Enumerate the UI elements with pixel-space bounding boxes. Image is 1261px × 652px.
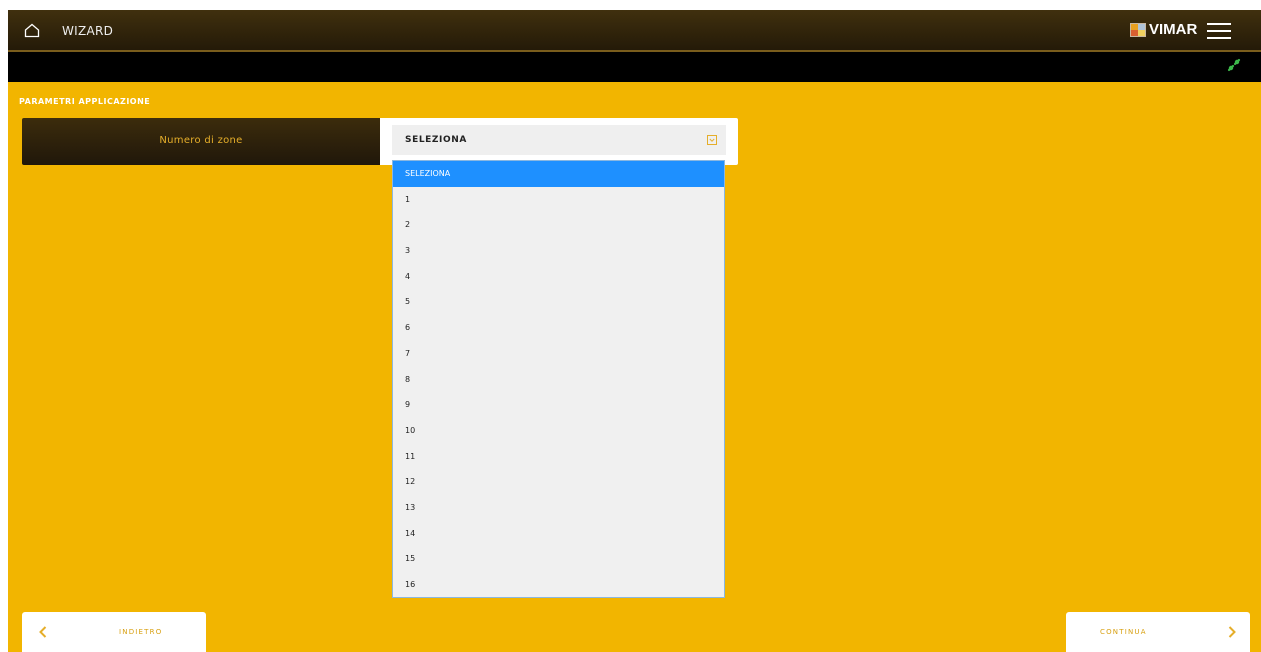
continue-button-label: CONTINUA [1100, 628, 1147, 636]
dropdown-option[interactable]: 14 [393, 521, 724, 547]
back-button-label: INDIETRO [119, 628, 163, 636]
chevron-down-icon[interactable] [707, 135, 717, 145]
parameter-label-box: Numero di zone [22, 118, 380, 165]
dropdown-option[interactable]: 13 [393, 495, 724, 521]
select-current-value: SELEZIONA [405, 135, 467, 145]
status-bar [8, 52, 1261, 82]
continue-button[interactable]: CONTINUA [1066, 612, 1250, 652]
dropdown-option[interactable]: 8 [393, 367, 724, 393]
dropdown-option[interactable]: 2 [393, 212, 724, 238]
connection-link-icon [1227, 58, 1241, 72]
dropdown-option[interactable]: 11 [393, 444, 724, 470]
zone-count-dropdown: SELEZIONA 1 2 3 4 5 6 7 8 9 10 11 12 13 … [392, 160, 725, 598]
parameter-value-box: SELEZIONA [380, 118, 738, 165]
dropdown-option[interactable]: 7 [393, 341, 724, 367]
vimar-logo-icon [1130, 23, 1146, 37]
parameter-label: Numero di zone [159, 135, 243, 146]
dropdown-option[interactable]: 1 [393, 187, 724, 213]
home-icon[interactable] [24, 23, 40, 38]
dropdown-option[interactable]: SELEZIONA [393, 161, 724, 187]
menu-icon[interactable] [1207, 23, 1231, 39]
app-frame: WIZARD VIMAR PARAMETRI APPLICAZIONE Nume… [8, 10, 1261, 652]
dropdown-option[interactable]: 4 [393, 264, 724, 290]
dropdown-option[interactable]: 5 [393, 289, 724, 315]
section-title: PARAMETRI APPLICAZIONE [19, 97, 151, 106]
zone-count-select[interactable]: SELEZIONA [392, 125, 726, 155]
dropdown-option[interactable]: 16 [393, 572, 724, 598]
dropdown-option[interactable]: 10 [393, 418, 724, 444]
dropdown-option[interactable]: 12 [393, 469, 724, 495]
dropdown-option[interactable]: 6 [393, 315, 724, 341]
chevron-right-icon [1228, 626, 1236, 638]
brand-name: VIMAR [1149, 21, 1198, 38]
parameter-row: Numero di zone SELEZIONA [22, 118, 740, 165]
chevron-left-icon [39, 626, 47, 638]
page-title: WIZARD [62, 24, 114, 38]
dropdown-option[interactable]: 9 [393, 392, 724, 418]
top-bar: WIZARD VIMAR [8, 10, 1261, 52]
back-button[interactable]: INDIETRO [22, 612, 206, 652]
dropdown-option[interactable]: 15 [393, 546, 724, 572]
dropdown-option[interactable]: 3 [393, 238, 724, 264]
